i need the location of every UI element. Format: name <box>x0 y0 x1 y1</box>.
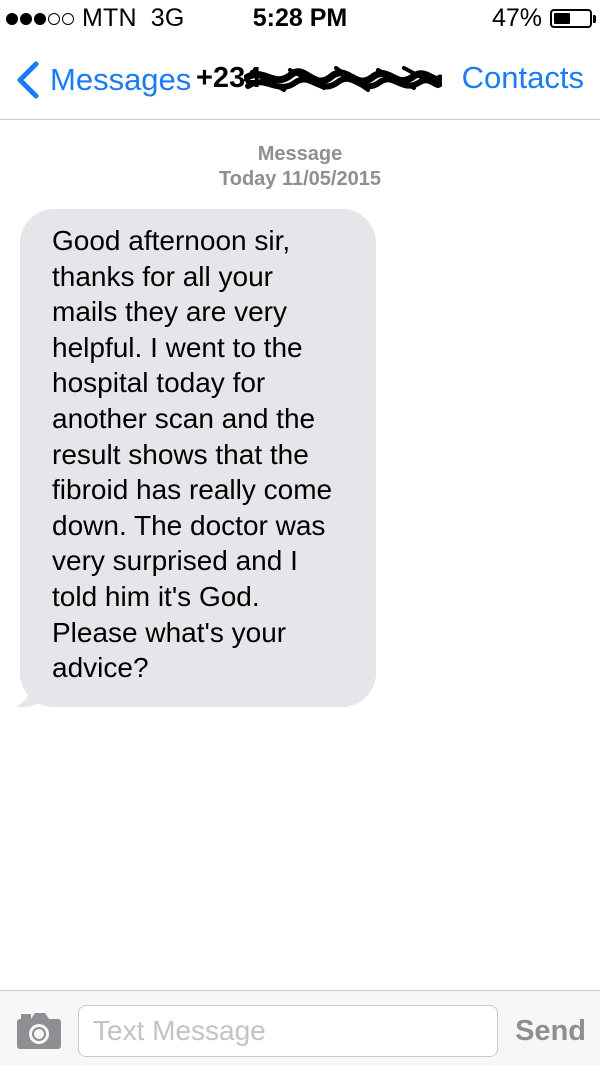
message-line: thanks for all your <box>52 260 273 292</box>
message-line: mails they are very <box>52 296 287 328</box>
back-button-label: Messages <box>50 62 192 97</box>
message-line: very surprised and I <box>52 545 298 577</box>
message-line: Good afternoon sir, <box>52 225 291 256</box>
battery-tip <box>593 15 596 23</box>
status-right: 47% <box>491 4 596 33</box>
message-line: hospital today for <box>52 367 266 399</box>
battery-icon <box>550 9 596 28</box>
battery-fill <box>554 13 570 24</box>
message-line: helpful. I went to the <box>52 331 303 363</box>
battery-percent: 47% <box>491 4 542 32</box>
status-bar: MTN 3G 5:28 PM 47% <box>0 0 600 40</box>
message-line: another scan and the <box>52 402 316 434</box>
camera-icon[interactable] <box>15 1011 63 1051</box>
message-line: result shows that the <box>52 438 309 470</box>
message-line: fibroid has really come <box>52 474 333 506</box>
back-button[interactable]: Messages <box>12 60 191 100</box>
message-line: told him it's God. <box>52 580 260 612</box>
contacts-button[interactable]: Contacts <box>462 60 584 96</box>
chevron-left-icon <box>17 61 39 99</box>
conversation-header: Message Today 11/05/2015 <box>0 142 600 192</box>
message-bubble-incoming[interactable]: Good afternoon sir, thanks for all your … <box>16 209 376 708</box>
send-button[interactable]: Send <box>515 1015 586 1048</box>
conversation-date: Today 11/05/2015 <box>219 168 381 190</box>
navigation-bar: Messages +234 Contacts <box>0 40 600 120</box>
message-input-bar: Text Message Send <box>0 990 600 1065</box>
message-bubble-body: Good afternoon sir, thanks for all your … <box>20 209 376 707</box>
redaction-scribble <box>244 66 442 92</box>
message-line: advice? <box>52 652 149 684</box>
message-line: down. The doctor was <box>52 509 326 541</box>
message-line: Please what's your <box>52 616 287 648</box>
text-message-input[interactable]: Text Message <box>78 1005 498 1057</box>
service-label: Message <box>257 143 343 165</box>
